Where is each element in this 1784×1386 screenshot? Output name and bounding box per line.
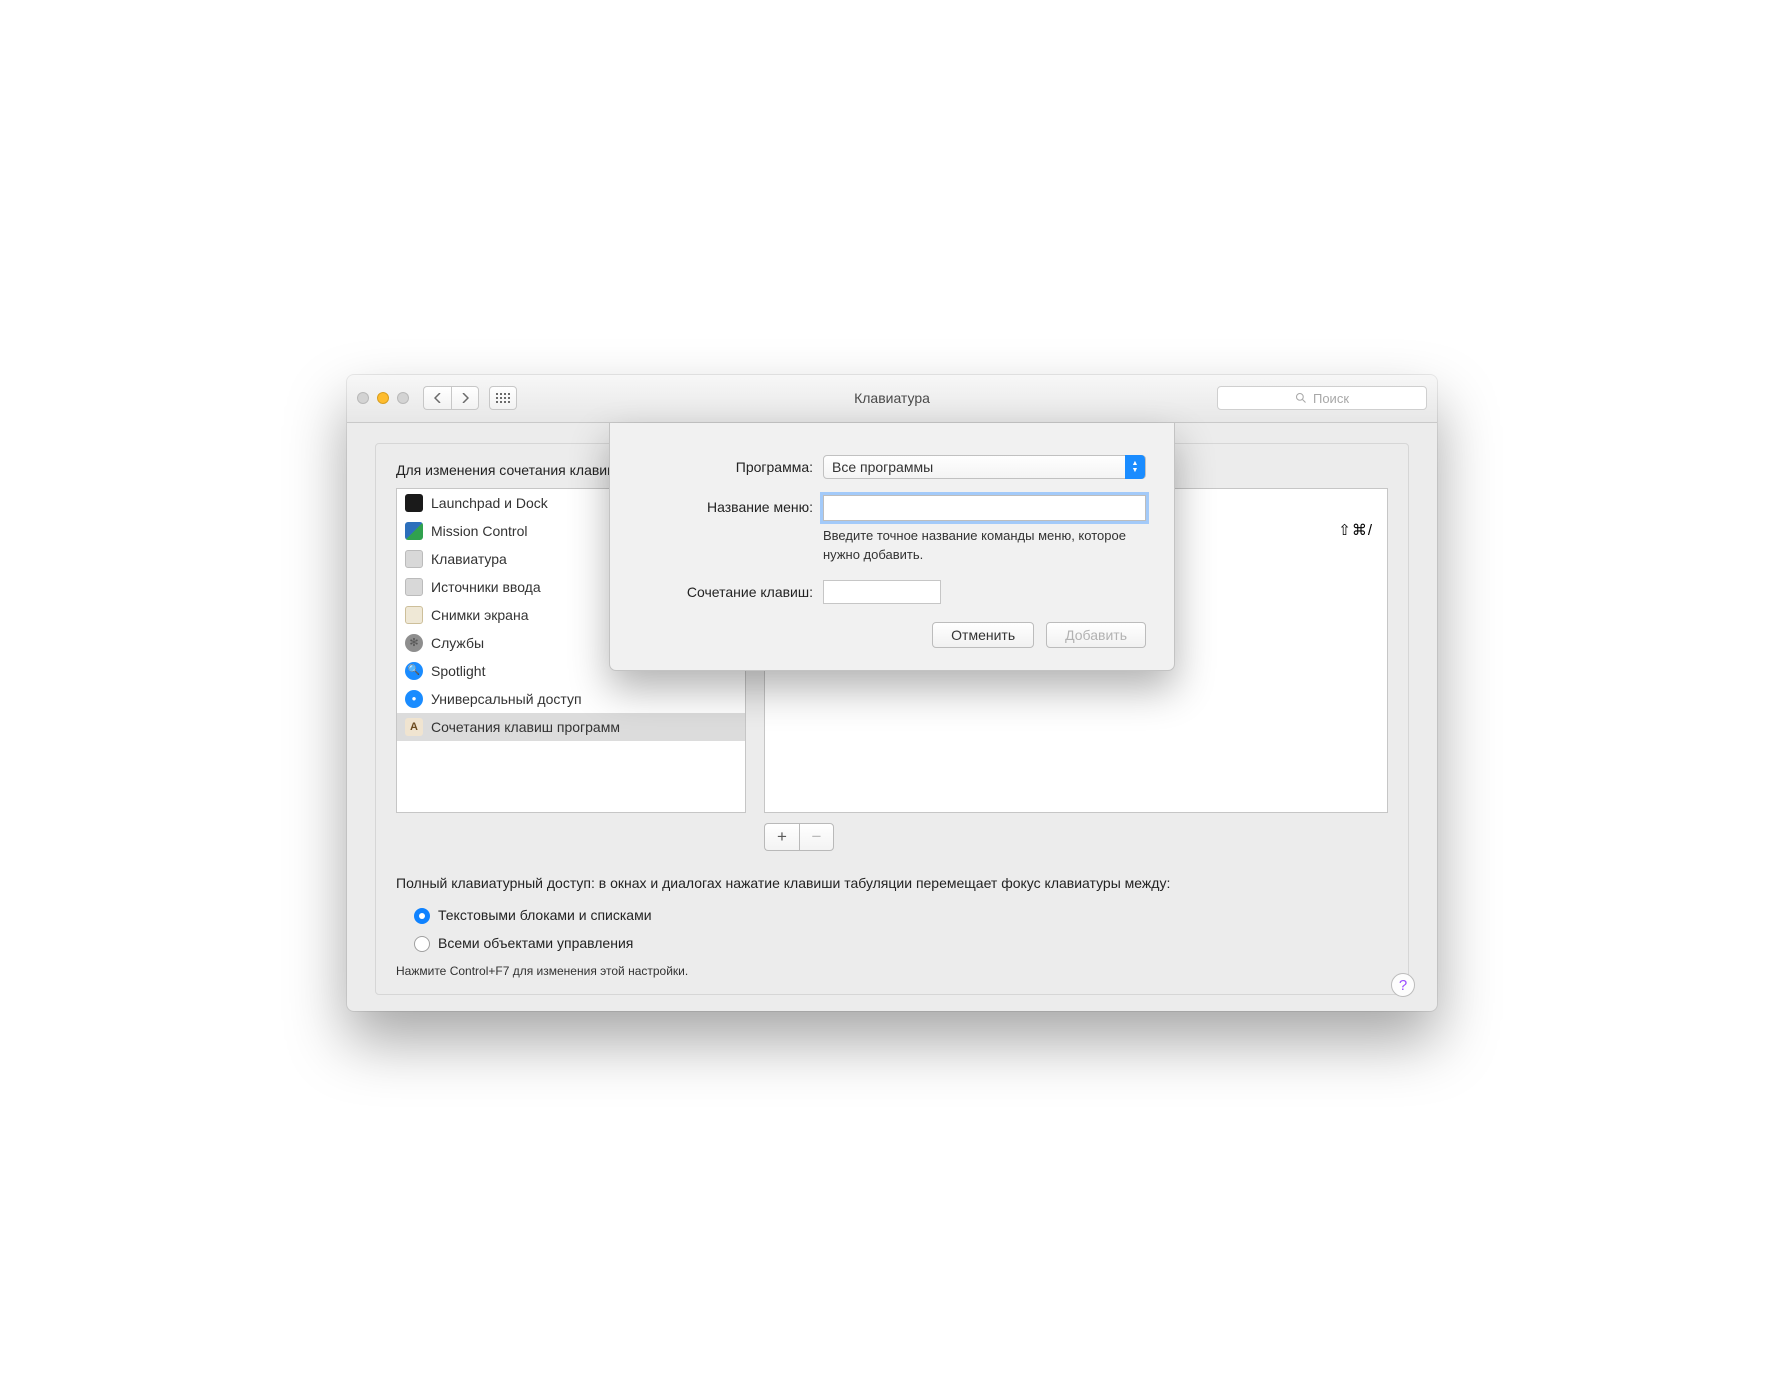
list-item-label: Launchpad и Dock	[431, 495, 548, 511]
list-item-label: Снимки экрана	[431, 607, 528, 623]
titlebar: Клавиатура Поиск	[347, 375, 1437, 423]
menu-title-label: Название меню:	[638, 495, 813, 515]
radio-group: Текстовыми блоками и списками Всеми объе…	[414, 902, 1388, 957]
updown-icon: ▲▼	[1125, 455, 1145, 479]
services-icon	[405, 634, 423, 652]
chevron-left-icon	[434, 393, 442, 403]
add-shortcut-sheet: Программа: Все программы ▲▼ Название мен…	[609, 423, 1175, 672]
apps-icon	[405, 718, 423, 736]
window-controls	[357, 392, 409, 404]
shortcut-input[interactable]	[823, 580, 941, 604]
search-icon	[1295, 392, 1307, 404]
radio-all-controls[interactable]: Всеми объектами управления	[414, 930, 1388, 958]
radio-icon	[414, 908, 430, 924]
grid-icon	[496, 393, 510, 403]
list-item-label: Службы	[431, 635, 484, 651]
launchpad-icon	[405, 494, 423, 512]
forward-button[interactable]	[451, 386, 479, 410]
application-label: Программа:	[638, 455, 813, 475]
list-item-label: Сочетания клавиш программ	[431, 719, 620, 735]
radio-label: Всеми объектами управления	[438, 933, 633, 955]
list-item[interactable]: Универсальный доступ	[397, 685, 745, 713]
prefs-window: Клавиатура Поиск Для изменения сочетания…	[347, 375, 1437, 1012]
input-icon	[405, 578, 423, 596]
back-button[interactable]	[423, 386, 451, 410]
menu-title-input[interactable]	[823, 495, 1146, 521]
list-item-label: Клавиатура	[431, 551, 507, 567]
list-item[interactable]: Сочетания клавиш программ	[397, 713, 745, 741]
sheet-buttons: Отменить Добавить	[638, 622, 1146, 648]
list-item-label: Mission Control	[431, 523, 527, 539]
shortcut-label: Сочетание клавиш:	[638, 580, 813, 600]
full-keyboard-access: Полный клавиатурный доступ: в окнах и ди…	[396, 873, 1388, 981]
full-access-text: Полный клавиатурный доступ: в окнах и ди…	[396, 873, 1388, 895]
search-input[interactable]: Поиск	[1217, 386, 1427, 410]
nav-buttons	[423, 386, 479, 410]
keyboard-icon	[405, 550, 423, 568]
help-button[interactable]: ?	[1391, 973, 1415, 997]
remove-button[interactable]: −	[799, 823, 834, 851]
application-dropdown[interactable]: Все программы ▲▼	[823, 455, 1146, 479]
full-access-hint: Нажмите Control+F7 для изменения этой на…	[396, 962, 1388, 981]
add-shortcut-button[interactable]: Добавить	[1046, 622, 1146, 648]
row-shortcut: Сочетание клавиш:	[638, 580, 1146, 604]
show-all-button[interactable]	[489, 386, 517, 410]
radio-label: Текстовыми блоками и списками	[438, 905, 652, 927]
add-remove-buttons: + −	[764, 823, 1388, 851]
mission-icon	[405, 522, 423, 540]
add-button[interactable]: +	[764, 823, 799, 851]
chevron-right-icon	[461, 393, 469, 403]
shortcut-value: ⇧⌘/	[1338, 521, 1373, 539]
list-item-label: Spotlight	[431, 663, 485, 679]
radio-icon	[414, 936, 430, 952]
dropdown-value: Все программы	[832, 459, 933, 475]
search-placeholder: Поиск	[1313, 391, 1349, 406]
row-application: Программа: Все программы ▲▼	[638, 455, 1146, 479]
list-item-label: Источники ввода	[431, 579, 541, 595]
menu-title-helper: Введите точное название команды меню, ко…	[823, 527, 1146, 565]
row-menu-title: Название меню: Введите точное название к…	[638, 495, 1146, 565]
radio-text-boxes[interactable]: Текстовыми блоками и списками	[414, 902, 1388, 930]
close-icon[interactable]	[357, 392, 369, 404]
list-item-label: Универсальный доступ	[431, 691, 582, 707]
cancel-button[interactable]: Отменить	[932, 622, 1034, 648]
minimize-icon[interactable]	[377, 392, 389, 404]
access-icon	[405, 690, 423, 708]
spotlight-icon	[405, 662, 423, 680]
zoom-icon[interactable]	[397, 392, 409, 404]
screenshot-icon	[405, 606, 423, 624]
